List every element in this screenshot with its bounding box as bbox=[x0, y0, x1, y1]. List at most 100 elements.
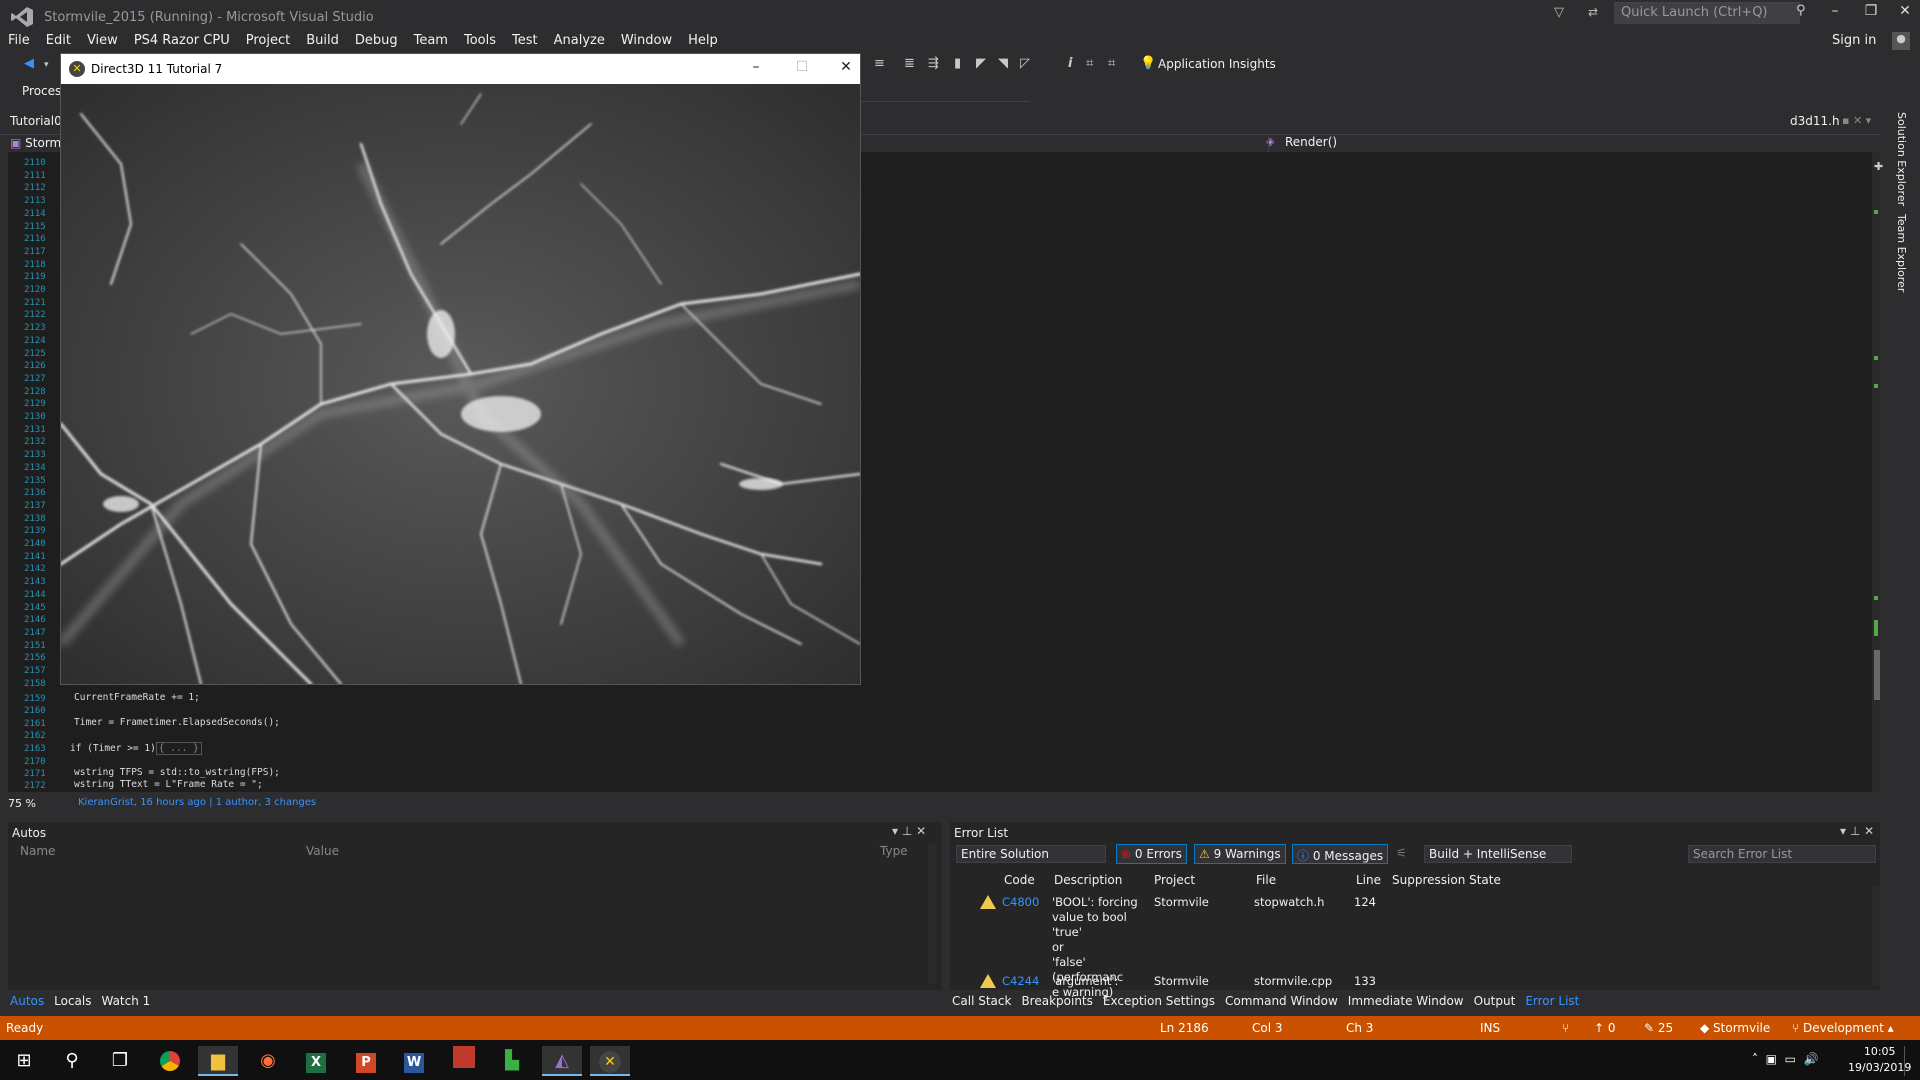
panel-options-icon[interactable]: ▾ ⊥ ✕ bbox=[1840, 824, 1874, 838]
feedback-icon[interactable]: ⇄ bbox=[1588, 5, 1598, 19]
autos-panel[interactable] bbox=[8, 822, 942, 990]
tab-d3d11-h[interactable]: d3d11.h bbox=[1790, 114, 1840, 128]
search-icon[interactable]: ⚲ bbox=[52, 1046, 92, 1076]
code-line-if[interactable]: if (Timer >= 1){ ... } bbox=[70, 742, 202, 755]
codelens[interactable]: KieranGrist, 16 hours ago | 1 author, 3 … bbox=[78, 797, 316, 808]
filter-icon[interactable]: ▽ bbox=[1554, 5, 1564, 20]
error-file[interactable]: stormvile.cpp bbox=[1254, 974, 1332, 989]
pending-changes[interactable]: ✎ 25 bbox=[1644, 1021, 1673, 1035]
side-tab-solution-explorer[interactable]: Solution Explorer bbox=[1895, 112, 1908, 206]
pull-request-icon[interactable]: ⑂ bbox=[1562, 1021, 1569, 1035]
tab-pin-close-icon[interactable]: ▪ ✕ ▾ bbox=[1842, 114, 1871, 127]
system-tray[interactable]: ˄ ▣ ▭ 🔊 bbox=[1752, 1052, 1819, 1066]
codelens-changes[interactable]: 1 author, 3 changes bbox=[216, 797, 316, 808]
error-file[interactable]: stopwatch.h bbox=[1254, 895, 1324, 910]
tab-breakpoints[interactable]: Breakpoints bbox=[1021, 994, 1092, 1008]
error-project[interactable]: Stormvile bbox=[1154, 974, 1209, 989]
comment-icon[interactable]: ⇶ bbox=[928, 56, 939, 71]
column-project[interactable]: Project bbox=[1154, 873, 1195, 887]
d3d-maximize-button[interactable]: ☐ bbox=[787, 59, 817, 79]
unpushed-commits[interactable]: ↑ 0 bbox=[1594, 1021, 1616, 1035]
render-viewport[interactable] bbox=[61, 84, 860, 684]
tab-command-window[interactable]: Command Window bbox=[1225, 994, 1338, 1008]
process-combo[interactable] bbox=[860, 84, 1030, 102]
red-app-icon[interactable] bbox=[444, 1046, 484, 1076]
clear-bookmarks-icon[interactable]: ◸ bbox=[1020, 56, 1030, 71]
menu-view[interactable]: View bbox=[79, 30, 126, 52]
split-icon[interactable]: ✚ bbox=[1874, 160, 1883, 173]
code-line[interactable]: wstring TFPS = std::to_wstring(FPS); bbox=[74, 767, 280, 778]
error-line[interactable]: 133 bbox=[1354, 974, 1376, 989]
column-description[interactable]: Description bbox=[1054, 873, 1122, 887]
d3d-close-button[interactable]: ✕ bbox=[831, 59, 861, 79]
word-icon[interactable]: W bbox=[394, 1046, 434, 1076]
branch-button[interactable]: ⑂ Development ▴ bbox=[1792, 1021, 1894, 1035]
column-value[interactable]: Value bbox=[306, 844, 339, 858]
capture-frame-icon[interactable]: ⌗ bbox=[1086, 56, 1093, 71]
menu-build[interactable]: Build bbox=[298, 30, 347, 52]
menu-analyze[interactable]: Analyze bbox=[546, 30, 613, 52]
messages-filter-button[interactable]: ⓘ 0 Messages bbox=[1292, 844, 1389, 864]
application-insights-button[interactable]: Application Insights bbox=[1158, 57, 1276, 71]
visual-studio-icon[interactable]: ◭ bbox=[542, 1046, 582, 1076]
project-combo[interactable]: ▣ Storm bbox=[10, 136, 61, 150]
column-line[interactable]: Line bbox=[1356, 873, 1381, 887]
menu-tools[interactable]: Tools bbox=[456, 30, 504, 52]
side-tab-team-explorer[interactable]: Team Explorer bbox=[1895, 214, 1908, 292]
quick-launch-input[interactable]: Quick Launch (Ctrl+Q) bbox=[1614, 2, 1800, 24]
clock[interactable]: 10:05 19/03/2019 bbox=[1848, 1044, 1911, 1076]
menu-edit[interactable]: Edit bbox=[38, 30, 79, 52]
account-icon[interactable]: ● bbox=[1892, 32, 1910, 50]
column-code[interactable]: Code bbox=[1004, 873, 1035, 887]
direct3d-title-bar[interactable]: ✕ Direct3D 11 Tutorial 7 – ☐ ✕ bbox=[61, 54, 860, 84]
codelens-author[interactable]: KieranGrist, 16 hours ago bbox=[78, 797, 206, 808]
tab-exception-settings[interactable]: Exception Settings bbox=[1103, 994, 1215, 1008]
menu-ps4-razor-cpu[interactable]: PS4 Razor CPU bbox=[126, 30, 238, 52]
function-combo[interactable]: Render() bbox=[1268, 135, 1880, 152]
error-project[interactable]: Stormvile bbox=[1154, 895, 1209, 910]
outdent-icon[interactable]: ≣ bbox=[904, 56, 915, 71]
column-name[interactable]: Name bbox=[20, 844, 55, 858]
show-desktop-button[interactable] bbox=[1904, 1046, 1916, 1076]
tab-locals[interactable]: Locals bbox=[54, 994, 91, 1008]
file-explorer-icon[interactable]: ▆ bbox=[198, 1046, 238, 1076]
menu-project[interactable]: Project bbox=[238, 30, 298, 52]
chrome-icon[interactable] bbox=[150, 1046, 190, 1076]
info-icon[interactable]: i bbox=[1068, 56, 1072, 71]
tab-call-stack[interactable]: Call Stack bbox=[952, 994, 1011, 1008]
search-icon[interactable]: ⚲ bbox=[1796, 3, 1806, 18]
close-button[interactable]: ✕ bbox=[1890, 3, 1920, 25]
bookmark-icon[interactable]: ▮ bbox=[954, 56, 961, 71]
error-list-scrollbar[interactable] bbox=[1872, 886, 1880, 986]
column-suppression-state[interactable]: Suppression State bbox=[1392, 873, 1501, 887]
green-app-icon[interactable]: ▙ bbox=[492, 1046, 532, 1076]
search-error-list-input[interactable]: Search Error List bbox=[1688, 845, 1876, 863]
tab-output[interactable]: Output bbox=[1474, 994, 1516, 1008]
tab-error-list[interactable]: Error List bbox=[1525, 994, 1579, 1008]
tab-immediate-window[interactable]: Immediate Window bbox=[1348, 994, 1464, 1008]
tab-watch-1[interactable]: Watch 1 bbox=[101, 994, 150, 1008]
warnings-filter-button[interactable]: ⚠ 9 Warnings bbox=[1194, 844, 1286, 864]
scrollbar-thumb[interactable] bbox=[1874, 650, 1880, 700]
restore-button[interactable]: ❐ bbox=[1856, 3, 1886, 25]
chevron-down-icon[interactable]: ▾ bbox=[44, 60, 49, 70]
tab-autos[interactable]: Autos bbox=[10, 994, 44, 1008]
menu-debug[interactable]: Debug bbox=[347, 30, 406, 52]
indent-icon[interactable]: ≡ bbox=[874, 56, 885, 71]
errors-filter-button[interactable]: ⊗ 0 Errors bbox=[1116, 844, 1187, 864]
next-bookmark-icon[interactable]: ◥ bbox=[998, 56, 1008, 71]
menu-test[interactable]: Test bbox=[504, 30, 546, 52]
powerpoint-icon[interactable]: P bbox=[346, 1046, 386, 1076]
excel-icon[interactable]: X bbox=[296, 1046, 336, 1076]
graphics-diagnostics-icon[interactable]: ⌗ bbox=[1108, 56, 1115, 71]
minimize-button[interactable]: – bbox=[1820, 3, 1850, 25]
sign-in-link[interactable]: Sign in bbox=[1832, 33, 1876, 48]
direct3d-app-taskbar-icon[interactable]: ✕ bbox=[590, 1046, 630, 1076]
direct3d-window[interactable]: ✕ Direct3D 11 Tutorial 7 – ☐ ✕ bbox=[60, 53, 861, 685]
panel-options-icon[interactable]: ▾ ⊥ ✕ bbox=[892, 824, 926, 838]
prev-bookmark-icon[interactable]: ◤ bbox=[976, 56, 986, 71]
task-view-icon[interactable]: ❐ bbox=[100, 1046, 140, 1076]
column-type[interactable]: Type bbox=[880, 844, 908, 858]
error-line[interactable]: 124 bbox=[1354, 895, 1376, 910]
column-file[interactable]: File bbox=[1256, 873, 1276, 887]
